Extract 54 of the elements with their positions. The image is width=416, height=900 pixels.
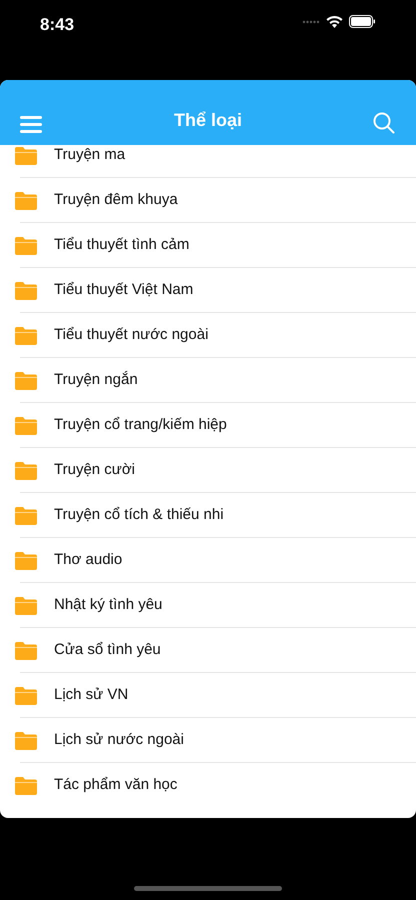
folder-icon — [14, 146, 38, 166]
folder-icon — [14, 326, 38, 346]
category-label: Thơ audio — [54, 550, 122, 570]
category-label: Tiểu thuyết nước ngoài — [54, 325, 208, 346]
folder-icon — [14, 370, 38, 390]
category-label: Lịch sử nước ngoài — [54, 730, 184, 750]
category-label: Tiểu thuyết Việt Nam — [54, 280, 194, 300]
category-label: Truyện cổ trang/kiếm hiệp — [54, 415, 227, 436]
menu-button[interactable] — [20, 113, 44, 135]
category-label: Truyện ngắn — [54, 370, 138, 390]
folder-icon — [14, 506, 38, 526]
category-row[interactable]: Cửa sổ tình yêu — [0, 628, 416, 673]
category-label: Truyện cổ tích & thiếu nhi — [54, 505, 224, 526]
category-row[interactable]: Truyện cười — [0, 448, 416, 493]
search-button[interactable] — [372, 111, 396, 135]
folder-icon — [14, 776, 38, 796]
category-row[interactable]: Truyện ma — [0, 145, 416, 178]
category-row[interactable]: Truyện cổ tích & thiếu nhi — [0, 493, 416, 538]
category-row[interactable]: Tiểu thuyết Việt Nam — [0, 268, 416, 313]
category-row[interactable]: Nhật ký tình yêu — [0, 583, 416, 628]
header-title: Thể loại — [174, 109, 242, 132]
category-label: Nhật ký tình yêu — [54, 595, 162, 616]
status-time: 8:43 — [40, 14, 74, 36]
category-row[interactable]: Thơ audio — [0, 538, 416, 583]
folder-icon — [14, 460, 38, 480]
category-row[interactable]: Truyện cổ trang/kiếm hiệp — [0, 403, 416, 448]
wifi-icon — [326, 15, 343, 28]
category-row[interactable]: Lịch sử VN — [0, 673, 416, 718]
folder-icon — [14, 416, 38, 436]
category-label: Tiểu thuyết tình cảm — [54, 235, 190, 256]
category-label: Truyện ma — [54, 145, 126, 166]
category-label: Truyện cười — [54, 460, 136, 480]
folder-icon — [14, 550, 38, 570]
folder-icon — [14, 280, 38, 300]
category-label: Tác phẩm văn học — [54, 775, 178, 796]
folder-icon — [14, 730, 38, 750]
battery-icon — [349, 15, 376, 28]
category-label: Lịch sử VN — [54, 685, 128, 706]
signal-icon — [302, 20, 320, 24]
folder-icon — [14, 686, 38, 706]
menu-icon — [20, 116, 42, 132]
folder-icon — [14, 190, 38, 210]
category-row[interactable]: Truyện ngắn — [0, 358, 416, 403]
category-label: Truyện đêm khuya — [54, 190, 178, 210]
category-row[interactable]: Tiểu thuyết tình cảm — [0, 223, 416, 268]
category-row[interactable]: Tác phẩm văn học — [0, 763, 416, 800]
folder-icon — [14, 596, 38, 616]
search-icon — [372, 112, 395, 134]
category-row[interactable]: Truyện đêm khuya — [0, 178, 416, 223]
category-label: Cửa sổ tình yêu — [54, 640, 161, 660]
folder-icon — [14, 236, 38, 256]
folder-icon — [14, 640, 38, 660]
category-row[interactable]: Lịch sử nước ngoài — [0, 718, 416, 763]
category-row[interactable]: Tiểu thuyết nước ngoài — [0, 313, 416, 358]
